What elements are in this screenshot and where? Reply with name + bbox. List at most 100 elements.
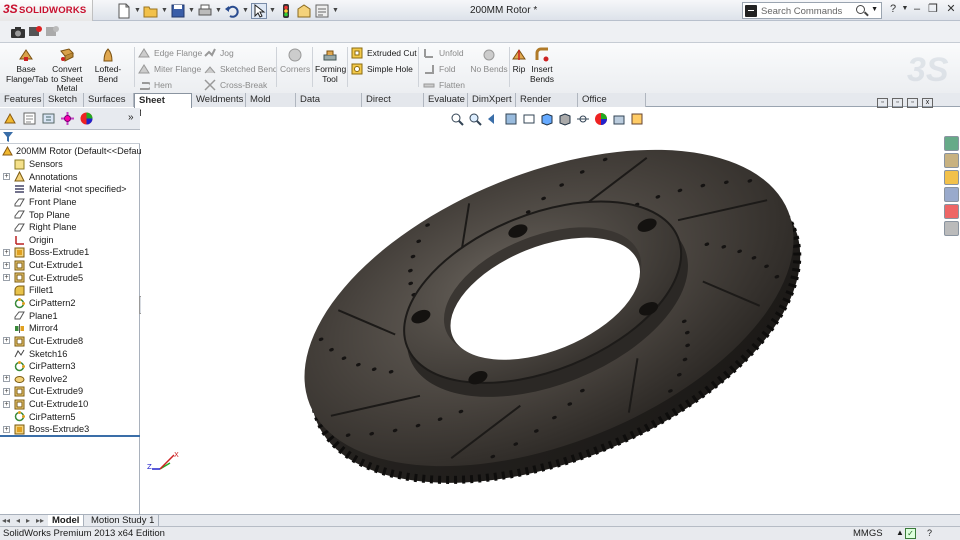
rebuild-icon[interactable] [278,3,294,19]
close-icon[interactable]: ✕ [944,2,958,16]
solidworks-logo[interactable]: 3S SOLIDWORKS [0,0,93,21]
tree-item-annotations[interactable]: + Annotations [0,170,140,183]
view-palette-icon[interactable] [944,187,959,202]
tree-item-cirpattern5[interactable]: CirPattern5 [0,410,140,423]
stop-record-icon[interactable] [44,24,60,40]
expand-icon[interactable]: + [3,425,10,433]
tree-item-top-plane[interactable]: Top Plane [0,208,140,221]
viewport-close-icon[interactable]: x [922,98,933,108]
restore-icon[interactable]: ❐ [926,2,940,16]
file-properties-icon[interactable] [296,3,312,19]
search-icon[interactable] [856,5,865,14]
property-manager-tab-icon[interactable] [22,111,37,126]
configuration-manager-tab-icon[interactable] [41,111,56,126]
hem-button[interactable]: Hem [138,78,172,92]
tab-render-tools[interactable]: Render Tools [516,93,578,118]
tree-item-mirror4[interactable]: Mirror4 [0,322,140,335]
tree-item-front-plane[interactable]: Front Plane [0,196,140,209]
record-icon[interactable] [27,24,43,40]
expand-icon[interactable]: + [3,173,10,181]
tree-item-origin[interactable]: Origin [0,233,140,246]
convert-sheet-metal-button[interactable]: Convert to Sheet Metal [50,47,84,94]
tab-evaluate[interactable]: Evaluate [424,93,468,107]
corners-button[interactable]: Corners [280,47,310,75]
zoom-to-fit-icon[interactable] [450,112,464,126]
edge-flange-button[interactable]: Edge Flange [138,46,202,60]
next-tab-arrow-icon[interactable]: ▸ [26,516,30,525]
feature-manager-tab-icon[interactable] [3,111,18,126]
rotor-model[interactable] [141,108,960,514]
insert-bends-button[interactable]: Insert Bends [529,47,555,84]
tree-item-boss-extrude1[interactable]: + Boss-Extrude1 [0,246,140,259]
zoom-to-area-icon[interactable] [468,112,482,126]
no-bends-button[interactable]: No Bends [470,47,508,75]
unit-system[interactable]: MMGS [853,528,883,539]
chevron-down-icon[interactable]: ▼ [269,7,276,14]
viewport-restore-icon[interactable]: ▫ [892,98,903,108]
tab-sketch[interactable]: Sketch [44,93,84,107]
display-style-icon[interactable] [558,112,572,126]
edit-appearance-icon[interactable] [594,112,608,126]
expand-icon[interactable]: + [3,387,10,395]
tab-direct-editing[interactable]: Direct Editing [362,93,424,118]
tab-weldments[interactable]: Weldments [192,93,246,107]
previous-view-icon[interactable] [486,112,500,126]
tab-surfaces[interactable]: Surfaces [84,93,134,107]
dimxpert-manager-tab-icon[interactable] [60,111,75,126]
flatten-button[interactable]: Flatten [423,78,465,92]
last-tab-arrow-icon[interactable]: ▸▸ [36,516,44,525]
tab-sheet-metal[interactable]: Sheet Metal [134,93,192,119]
expand-icon[interactable]: + [3,261,10,269]
open-folder-icon[interactable] [143,3,159,19]
tab-mold-tools[interactable]: Mold Tools [246,93,296,118]
chevron-down-icon[interactable]: ▼ [332,7,339,14]
tree-item-cirpattern2[interactable]: CirPattern2 [0,297,140,310]
tree-item-sensors[interactable]: Sensors [0,158,140,171]
tree-item-material-not-specified[interactable]: Material <not specified> [0,183,140,196]
tab-features[interactable]: Features [0,93,44,107]
miter-flange-button[interactable]: Miter Flange [138,62,201,76]
solidworks-resources-icon[interactable] [944,136,959,151]
search-commands-field[interactable]: Search Commands ▼ [742,2,882,19]
split-view-icon[interactable]: ▫ [877,98,888,108]
tree-item-cut-extrude5[interactable]: + Cut-Extrude5 [0,271,140,284]
jog-button[interactable]: Jog [204,46,234,60]
viewport-maximize-icon[interactable]: ▫ [907,98,918,108]
section-view-icon[interactable] [504,112,518,126]
custom-properties-icon[interactable] [944,221,959,236]
prev-tab-arrow-icon[interactable]: ◂ [16,516,20,525]
view-orientation-icon[interactable] [540,112,554,126]
chevron-up-icon[interactable]: ▲ [896,528,904,537]
tree-item-boss-extrude3[interactable]: + Boss-Extrude3 [0,423,140,436]
print-icon[interactable] [197,3,213,19]
graphics-area[interactable] [141,108,960,514]
lofted-bend-button[interactable]: Lofted-Bend [86,47,130,84]
design-library-icon[interactable] [944,153,959,168]
feature-filter[interactable] [0,130,140,144]
cross-break-button[interactable]: Cross-Break [204,78,267,92]
tree-item-plane1[interactable]: Plane1 [0,309,140,322]
chevron-down-icon[interactable]: ▼ [188,7,195,14]
tree-item-cut-extrude9[interactable]: + Cut-Extrude9 [0,385,140,398]
tree-item-fillet1[interactable]: Fillet1 [0,284,140,297]
tree-item-cirpattern3[interactable]: CirPattern3 [0,360,140,373]
tree-item-cut-extrude8[interactable]: + Cut-Extrude8 [0,335,140,348]
hide-show-items-icon[interactable] [576,112,590,126]
expand-icon[interactable]: + [3,400,10,408]
chevron-down-icon[interactable]: ▼ [871,6,878,13]
chevron-down-icon[interactable]: ▼ [134,7,141,14]
tree-item-right-plane[interactable]: Right Plane [0,221,140,234]
dynamic-annotation-icon[interactable] [522,112,536,126]
tree-item-revolve2[interactable]: + Revolve2 [0,373,140,386]
help-status-icon[interactable]: ? [927,528,932,538]
select-arrow-icon[interactable] [251,2,267,19]
minimize-icon[interactable]: – [910,2,924,16]
chevron-down-icon[interactable]: ▼ [215,7,222,14]
tab-office-products[interactable]: Office Products [578,93,646,118]
simple-hole-button[interactable]: Simple Hole [351,62,413,76]
chevron-right-icon[interactable]: » [128,112,134,123]
tree-item-cut-extrude10[interactable]: + Cut-Extrude10 [0,398,140,411]
first-tab-arrow-icon[interactable]: ◂◂ [2,516,10,525]
expand-icon[interactable]: + [3,375,10,383]
unfold-button[interactable]: Unfold [423,46,464,60]
